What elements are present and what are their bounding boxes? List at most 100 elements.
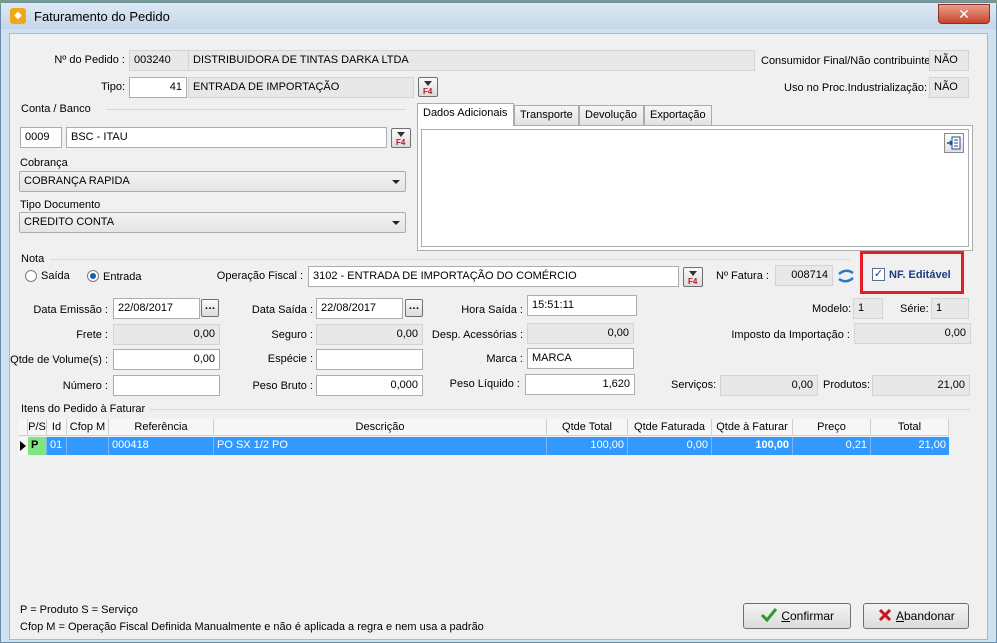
peso-liquido-input[interactable]: 1,620 <box>525 374 635 395</box>
tab-exportacao[interactable]: Exportação <box>644 105 712 125</box>
column-header[interactable]: P/S <box>28 419 47 436</box>
column-header[interactable]: Preço <box>793 419 871 436</box>
frete-field: 0,00 <box>113 324 220 345</box>
arrow-down-icon <box>689 271 697 276</box>
nota-group-line <box>50 259 850 260</box>
tab-dados-adicionais[interactable]: Dados Adicionais <box>417 103 514 126</box>
table-row[interactable]: P 01 000418 PO SX 1/2 PO 100,00 0,00 100… <box>28 437 949 455</box>
pedido-label: Nº do Pedido : <box>54 54 125 66</box>
fatura-label: Nº Fatura : <box>716 270 769 282</box>
tipo-documento-label: Tipo Documento <box>20 199 101 211</box>
volumes-input[interactable]: 0,00 <box>113 349 220 370</box>
tipo-label: Tipo: <box>100 81 125 93</box>
saida-radio[interactable] <box>25 270 37 282</box>
entrada-radio[interactable] <box>87 270 99 282</box>
legend-line-2: Cfop M = Operação Fiscal Definida Manual… <box>20 621 484 633</box>
tab-devolucao[interactable]: Devolução <box>579 105 644 125</box>
cell-ps: P <box>28 437 47 455</box>
cell-descricao: PO SX 1/2 PO <box>214 437 547 455</box>
column-header[interactable]: Cfop M <box>67 419 109 436</box>
column-header[interactable]: Id <box>47 419 67 436</box>
chevron-down-icon <box>392 221 400 225</box>
produtos-label: Produtos: <box>823 379 871 391</box>
peso-bruto-label: Peso Bruto : <box>252 380 313 392</box>
confirmar-button[interactable]: Confirmar <box>743 603 851 629</box>
title-bar: ◆ Faturamento do Pedido ✕ <box>1 3 996 29</box>
data-emissao-picker-button[interactable]: … <box>201 299 219 317</box>
conta-group-label: Conta / Banco <box>21 103 91 115</box>
refresh-icon <box>838 269 854 283</box>
pedido-client-field: DISTRIBUIDORA DE TINTAS DARKA LTDA <box>188 50 755 71</box>
data-saida-input[interactable]: 22/08/2017 <box>316 298 403 319</box>
seguro-label: Seguro : <box>271 329 313 341</box>
peso-bruto-input[interactable]: 0,000 <box>316 375 423 396</box>
peso-liquido-label: Peso Líquido : <box>449 378 520 390</box>
cobranca-select[interactable]: COBRANÇA RAPIDA <box>19 171 406 192</box>
arrow-down-icon <box>397 132 405 137</box>
data-emissao-input[interactable]: 22/08/2017 <box>113 298 200 319</box>
cell-qtde-faturada: 0,00 <box>628 437 712 455</box>
refresh-fatura-button[interactable] <box>837 268 855 284</box>
data-saida-label: Data Saída : <box>251 304 313 316</box>
especie-input[interactable] <box>316 349 423 370</box>
tipo-documento-select[interactable]: CREDITO CONTA <box>19 212 406 233</box>
row-indicator <box>18 437 28 455</box>
itens-table: P/S Id Cfop M Referência Descrição Qtde … <box>18 419 949 455</box>
serie-field: 1 <box>931 298 969 319</box>
tipo-code-input[interactable]: 41 <box>129 77 187 98</box>
servicos-field: 0,00 <box>720 375 818 396</box>
conta-name-input[interactable]: BSC - ITAU <box>66 127 387 148</box>
conta-group-line <box>106 109 406 110</box>
cell-total: 21,00 <box>918 439 946 451</box>
cell-referencia: 000418 <box>109 437 214 455</box>
serie-label: Série: <box>900 303 929 315</box>
hora-saida-input[interactable]: 15:51:11 <box>527 295 637 316</box>
insert-text-button[interactable] <box>944 133 964 153</box>
legend-line-1: P = Produto S = Serviço <box>20 604 138 616</box>
imposto-importacao-label: Imposto da Importação : <box>731 329 850 341</box>
desp-acessorias-label: Desp. Acessórias : <box>431 329 523 341</box>
data-emissao-label: Data Emissão : <box>33 304 108 316</box>
uso-field: NÃO <box>929 77 969 98</box>
saida-label: Saída <box>41 270 70 282</box>
column-header[interactable]: Descrição <box>214 419 547 436</box>
hora-saida-label: Hora Saída : <box>461 304 523 316</box>
consumidor-field: NÃO <box>929 50 969 71</box>
nota-group-label: Nota <box>21 253 45 265</box>
close-button[interactable]: ✕ <box>938 4 990 24</box>
check-icon <box>760 608 778 623</box>
cell-id: 01 <box>47 437 67 455</box>
conta-code-input[interactable]: 0009 <box>20 127 62 148</box>
numero-label: Número : <box>62 380 108 392</box>
operacao-input[interactable]: 3102 - ENTRADA DE IMPORTAÇÃO DO COMÉRCIO <box>308 266 679 287</box>
column-header[interactable]: Qtde Total <box>547 419 628 436</box>
tab-transporte[interactable]: Transporte <box>514 105 579 125</box>
operacao-search-button[interactable]: F4 <box>683 267 703 287</box>
modelo-field: 1 <box>853 298 883 319</box>
entrada-label: Entrada <box>103 271 142 283</box>
servicos-label: Serviços: <box>671 379 717 391</box>
column-header[interactable]: Qtde à Faturar <box>712 419 793 436</box>
data-saida-picker-button[interactable]: … <box>405 299 423 317</box>
x-icon <box>879 608 892 622</box>
column-header[interactable]: Qtde Faturada <box>628 419 712 436</box>
column-header[interactable]: Referência <box>109 419 214 436</box>
dados-adicionais-textarea[interactable] <box>421 129 969 247</box>
dados-adicionais-panel <box>417 125 973 251</box>
column-header[interactable]: Total <box>871 419 949 436</box>
modelo-label: Modelo: <box>812 303 852 315</box>
marca-input[interactable]: MARCA <box>527 348 634 369</box>
abandonar-button[interactable]: Abandonar <box>863 603 969 629</box>
volumes-label: Qtde de Volume(s) : <box>10 354 108 366</box>
cobranca-label: Cobrança <box>20 157 68 169</box>
arrow-down-icon <box>424 81 432 86</box>
tipo-desc-field: ENTRADA DE IMPORTAÇÃO <box>188 77 414 98</box>
seguro-field: 0,00 <box>316 324 423 345</box>
numero-input[interactable] <box>113 375 220 396</box>
row-indicator-header <box>18 419 28 436</box>
faturamento-window: ◆ Faturamento do Pedido ✕ Nº do Pedido :… <box>0 2 997 643</box>
cell-cfop <box>67 437 109 455</box>
tipo-search-button[interactable]: F4 <box>418 77 438 97</box>
conta-search-button[interactable]: F4 <box>391 128 411 148</box>
marca-label: Marca : <box>486 353 523 365</box>
